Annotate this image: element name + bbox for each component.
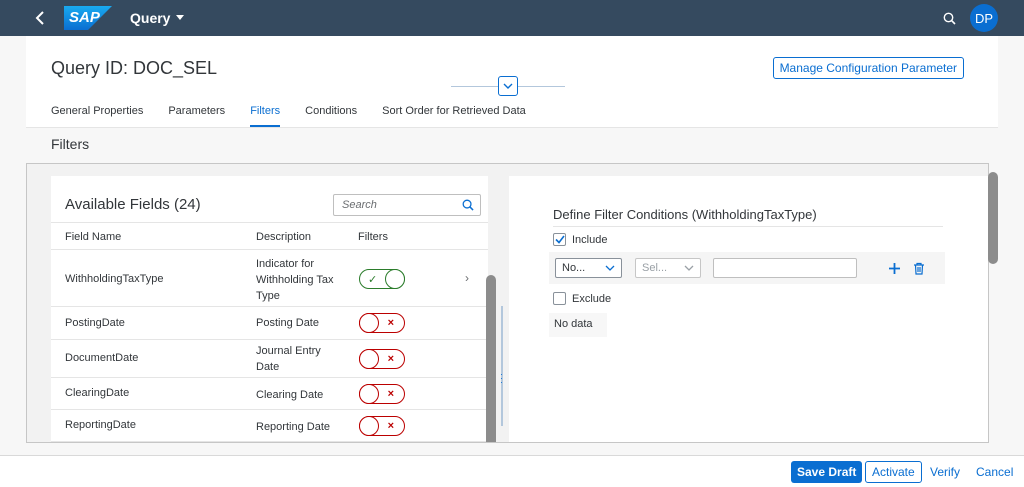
toggle-knob [359, 384, 379, 404]
delete-condition-button[interactable] [911, 260, 927, 276]
column-header-description: Description [256, 231, 312, 243]
add-icon [888, 262, 900, 274]
toggle-knob [359, 349, 379, 369]
operator-select[interactable]: No... [555, 258, 622, 278]
filter-toggle[interactable]: × [359, 349, 405, 369]
no-data-text: No data [549, 313, 607, 337]
collapse-header-button[interactable] [498, 76, 518, 96]
tab-bar: General Properties Parameters Filters Co… [51, 105, 526, 127]
save-draft-button[interactable]: Save Draft [791, 461, 863, 483]
table-row[interactable]: PostingDate Posting Date × [51, 307, 488, 340]
caret-down-icon [176, 15, 185, 20]
splitter-line [501, 306, 503, 426]
table-row[interactable]: ReportingDate Reporting Date × [51, 410, 488, 442]
table-row-partial[interactable] [51, 442, 488, 443]
footer-toolbar: Save Draft Activate Verify Cancel [0, 455, 1024, 487]
check-icon: ✓ [368, 273, 378, 286]
sap-logo-text: SAP [69, 9, 100, 26]
section-title: Filters [51, 136, 90, 152]
close-icon: × [387, 388, 394, 400]
field-name: PostingDate [65, 317, 125, 329]
table-row[interactable]: ClearingDate Clearing Date × [51, 378, 488, 410]
chevron-down-icon [605, 265, 615, 271]
selector-value: Sel... [642, 262, 668, 274]
field-name: DocumentDate [65, 352, 139, 364]
close-icon: × [387, 317, 394, 329]
exclude-label: Exclude [572, 292, 612, 305]
table-header: Field Name Description Filters [51, 222, 488, 250]
search-icon[interactable] [462, 199, 474, 211]
field-name: ClearingDate [65, 387, 130, 399]
check-icon [554, 235, 565, 244]
toggle-knob [359, 416, 379, 436]
condition-row: No... Sel... [549, 252, 945, 284]
search-placeholder: Search [342, 199, 377, 211]
tab-sort-order[interactable]: Sort Order for Retrieved Data [382, 105, 526, 127]
splitter-grip-icon[interactable]: · · · [500, 370, 503, 387]
toggle-knob [385, 269, 405, 289]
condition-value-input[interactable] [713, 258, 857, 278]
column-header-field-name: Field Name [65, 231, 122, 243]
field-description: Clearing Date [256, 389, 324, 401]
sap-logo[interactable]: SAP [64, 6, 112, 30]
page-scrollbar[interactable] [988, 172, 998, 264]
field-description: Journal Entry Date [256, 345, 321, 373]
filter-toggle[interactable]: × [359, 313, 405, 333]
filter-conditions-panel: Define Filter Conditions (WithholdingTax… [509, 176, 988, 442]
object-header: Query ID: DOC_SEL Manage Configuration P… [26, 36, 998, 128]
available-fields-title: Available Fields (24) [65, 196, 201, 213]
field-name: WithholdingTaxType [65, 273, 164, 285]
field-description: Posting Date [256, 317, 319, 329]
field-name: ReportingDate [65, 419, 136, 431]
chevron-right-icon[interactable]: › [465, 271, 469, 285]
chevron-left-icon [35, 11, 44, 25]
table-row[interactable]: WithholdingTaxType Indicator for Withhol… [51, 251, 488, 307]
title-underline [553, 226, 943, 227]
verify-button[interactable]: Verify [924, 461, 966, 483]
include-option[interactable]: Include [553, 233, 607, 246]
exclude-checkbox[interactable] [553, 292, 566, 305]
tab-filters[interactable]: Filters [250, 105, 280, 127]
cancel-button[interactable]: Cancel [970, 461, 1019, 483]
field-description: Reporting Date [256, 421, 330, 433]
close-icon: × [387, 353, 394, 365]
chevron-down-icon [684, 265, 694, 271]
header-divider-right [518, 86, 565, 87]
selector-select[interactable]: Sel... [635, 258, 701, 278]
chevron-down-icon [503, 83, 513, 89]
available-fields-panel: Available Fields (24) Search Field Name … [51, 176, 488, 443]
page-title: Query ID: DOC_SEL [51, 58, 218, 78]
table-row[interactable]: DocumentDate Journal Entry Date × [51, 340, 488, 378]
search-icon[interactable] [943, 12, 956, 25]
filter-conditions-title: Define Filter Conditions (WithholdingTax… [553, 207, 817, 222]
fields-scrollbar[interactable] [486, 275, 496, 442]
trash-icon [914, 262, 924, 275]
app-title: Query [130, 10, 171, 26]
filter-toggle[interactable]: ✓ [359, 269, 405, 289]
filters-section: Available Fields (24) Search Field Name … [26, 163, 989, 443]
add-condition-button[interactable] [886, 260, 902, 276]
include-label: Include [572, 233, 608, 246]
toggle-knob [359, 313, 379, 333]
shell-bar: SAP Query DP [0, 0, 1024, 36]
avatar[interactable]: DP [970, 4, 998, 32]
search-input[interactable]: Search [333, 194, 481, 216]
header-divider-left [451, 86, 498, 87]
tab-parameters[interactable]: Parameters [168, 105, 225, 127]
tab-general-properties[interactable]: General Properties [51, 105, 143, 127]
column-header-filters: Filters [358, 231, 388, 243]
operator-value: No... [562, 262, 586, 274]
manage-configuration-button[interactable]: Manage Configuration Parameter [772, 57, 964, 79]
tab-conditions[interactable]: Conditions [305, 105, 357, 127]
back-button[interactable] [26, 0, 54, 36]
activate-button[interactable]: Activate [865, 461, 922, 483]
field-description: Indicator for Withholding Tax Type [256, 258, 334, 302]
close-icon: × [387, 420, 394, 432]
include-checkbox[interactable] [553, 233, 566, 246]
filter-toggle[interactable]: × [359, 384, 405, 404]
app-title-menu[interactable]: Query [130, 10, 185, 26]
filter-toggle[interactable]: × [359, 416, 405, 436]
exclude-option[interactable]: Exclude [553, 292, 611, 305]
panel-splitter[interactable]: · · · [497, 176, 509, 442]
